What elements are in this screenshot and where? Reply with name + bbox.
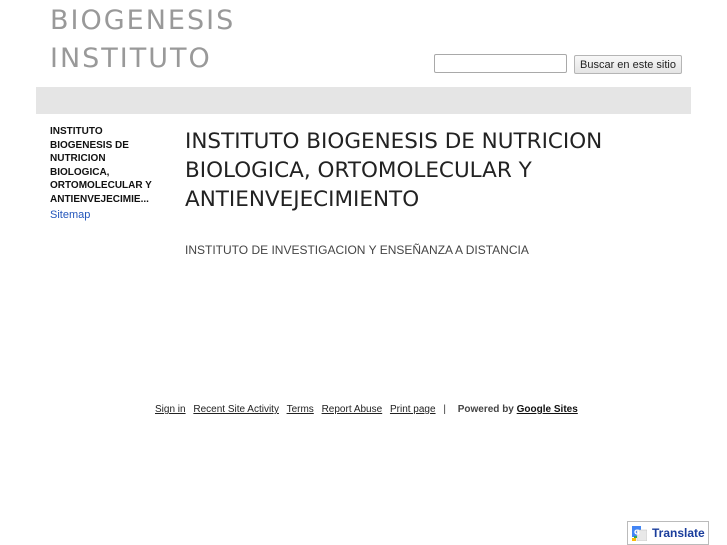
sidebar-home-line: BIOGENESIS DE bbox=[50, 139, 129, 151]
sidebar-home-line: ANTIENVEJECIMIE... bbox=[50, 193, 149, 205]
site-title[interactable]: BIOGENESIS INSTITUTO bbox=[50, 2, 310, 78]
search-input[interactable] bbox=[434, 54, 567, 73]
sidebar-home-line: NUTRICION bbox=[50, 153, 106, 164]
page: BIOGENESIS INSTITUTO Buscar en este siti… bbox=[0, 0, 727, 545]
page-title-line: INSTITUTO BIOGENESIS DE NUTRICION bbox=[185, 129, 603, 154]
header-bar bbox=[36, 87, 691, 114]
search-button[interactable]: Buscar en este sitio bbox=[574, 55, 682, 74]
page-subtitle: INSTITUTO DE INVESTIGACION Y ENSEÑANZA A… bbox=[185, 243, 529, 257]
page-title: INSTITUTO BIOGENESIS DE NUTRICION BIOLOG… bbox=[185, 127, 655, 214]
sidebar-home-line: INSTITUTO bbox=[50, 126, 103, 137]
recent-activity-link[interactable]: Recent Site Activity bbox=[193, 404, 279, 415]
page-title-line: BIOLOGICA, ORTOMOLECULAR Y bbox=[185, 158, 532, 183]
print-page-link[interactable]: Print page bbox=[390, 404, 436, 415]
footer: Sign in Recent Site Activity Terms Repor… bbox=[155, 404, 578, 415]
google-translate-icon: G bbox=[632, 525, 648, 541]
translate-button[interactable]: G Translate bbox=[627, 521, 709, 545]
terms-link[interactable]: Terms bbox=[287, 404, 314, 415]
site-title-line1[interactable]: BIOGENESIS bbox=[50, 2, 310, 40]
sidebar-home-link[interactable]: INSTITUTO BIOGENESIS DE NUTRICION BIOLOG… bbox=[50, 125, 170, 206]
sidebar: INSTITUTO BIOGENESIS DE NUTRICION BIOLOG… bbox=[50, 125, 170, 221]
sidebar-home-line: ORTOMOLECULAR Y bbox=[50, 180, 152, 191]
sign-in-link[interactable]: Sign in bbox=[155, 404, 186, 415]
sidebar-home-line: BIOLOGICA, bbox=[50, 166, 110, 178]
sidebar-sitemap-link[interactable]: Sitemap bbox=[50, 209, 170, 221]
powered-by-label: Powered by bbox=[457, 404, 514, 415]
google-sites-link[interactable]: Google Sites bbox=[517, 404, 578, 415]
site-title-line2[interactable]: INSTITUTO bbox=[50, 40, 310, 78]
report-abuse-link[interactable]: Report Abuse bbox=[322, 404, 383, 415]
powered-by: Powered by Google Sites bbox=[458, 404, 578, 415]
svg-text:G: G bbox=[634, 528, 640, 536]
page-title-line: ANTIENVEJECIMIENTO bbox=[185, 187, 420, 212]
translate-label: Translate bbox=[652, 526, 705, 540]
footer-separator: | bbox=[443, 404, 446, 415]
